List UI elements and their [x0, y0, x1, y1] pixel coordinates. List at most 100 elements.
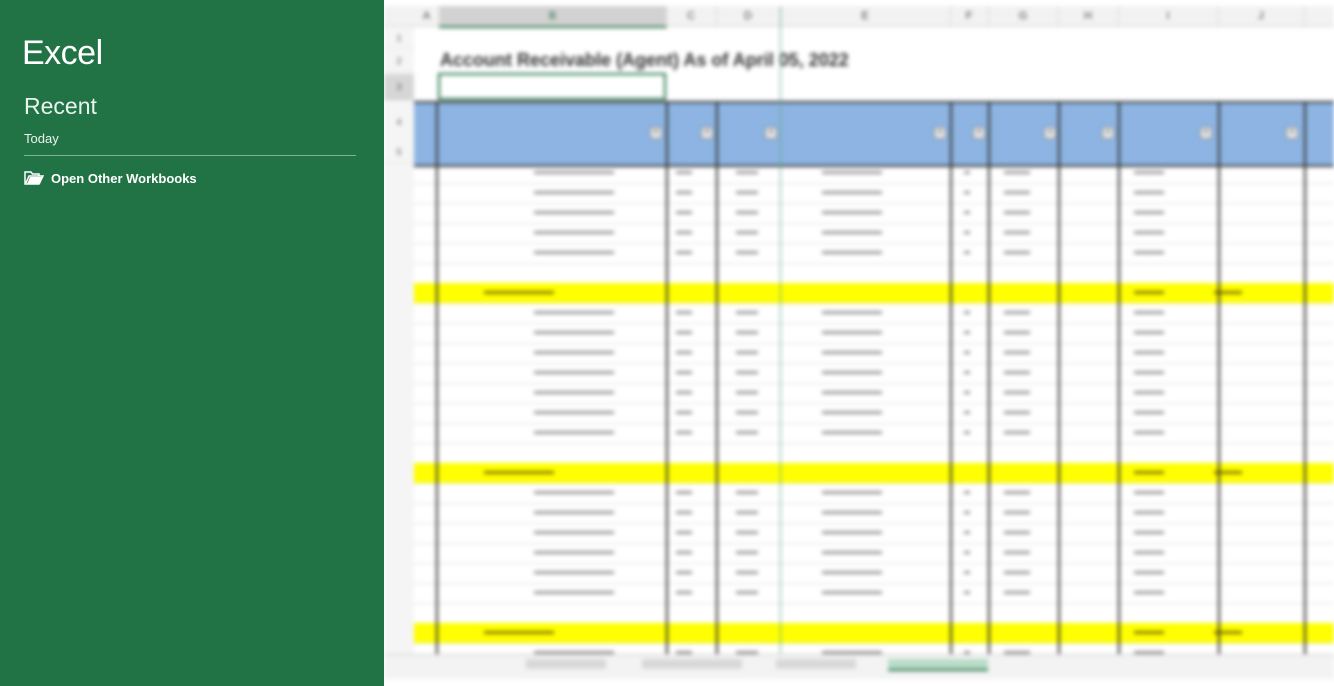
grid-line — [950, 101, 952, 661]
recent-heading: Recent — [24, 93, 97, 119]
table-row — [414, 323, 1334, 344]
cell-placeholder — [534, 431, 614, 434]
row-header-5: 5 — [384, 142, 414, 163]
cell-placeholder — [676, 571, 692, 574]
workbook-preview[interactable]: A B C D E F G H I J 1 2 3 4 5 Account Re… — [384, 0, 1334, 686]
cell-placeholder — [534, 331, 614, 334]
cell-placeholder — [964, 591, 970, 594]
cell-placeholder — [534, 391, 614, 394]
cell-placeholder — [1134, 471, 1164, 474]
table-row — [414, 363, 1334, 384]
cell-placeholder — [534, 211, 614, 214]
filter-dropdown-icon: ▾ — [650, 127, 662, 139]
table-row — [414, 623, 1334, 644]
cell-placeholder — [964, 411, 970, 414]
column-header-c: C — [666, 6, 717, 26]
cell-placeholder — [964, 351, 970, 354]
table-row — [414, 423, 1334, 444]
sheet-tab — [642, 659, 742, 669]
cell-placeholder — [1134, 391, 1164, 394]
cell-placeholder — [534, 231, 614, 234]
table-row — [414, 603, 1334, 624]
cell-placeholder — [1004, 251, 1030, 254]
table-row — [414, 403, 1334, 424]
cell-placeholder — [1004, 511, 1030, 514]
column-header-g: G — [988, 6, 1059, 26]
cell-placeholder — [484, 631, 554, 634]
cell-placeholder — [534, 311, 614, 314]
row-header — [384, 483, 414, 504]
cell-placeholder — [736, 511, 758, 514]
filter-dropdown-icon: ▾ — [1200, 127, 1212, 139]
row-header-1: 1 — [384, 28, 414, 49]
cell-placeholder — [1004, 331, 1030, 334]
cell-placeholder — [822, 351, 882, 354]
row-header — [384, 183, 414, 204]
open-other-workbooks-label: Open Other Workbooks — [51, 170, 197, 186]
cell-placeholder — [676, 551, 692, 554]
grid-line — [436, 101, 438, 661]
table-row — [414, 283, 1334, 304]
cell-placeholder — [676, 331, 692, 334]
cell-placeholder — [676, 351, 692, 354]
cell-placeholder — [1134, 571, 1164, 574]
cell-placeholder — [534, 191, 614, 194]
table-row — [414, 203, 1334, 224]
cell-placeholder — [1134, 211, 1164, 214]
cell-placeholder — [676, 171, 692, 174]
row-header-3: 3 — [384, 74, 414, 101]
cell-placeholder — [1004, 591, 1030, 594]
row-header — [384, 223, 414, 244]
row-header — [384, 423, 414, 444]
cell-placeholder — [822, 431, 882, 434]
cell-placeholder — [1134, 371, 1164, 374]
cell-placeholder — [736, 411, 758, 414]
cell-placeholder — [964, 571, 970, 574]
filter-dropdown-icon: ▾ — [973, 127, 985, 139]
cell-placeholder — [736, 211, 758, 214]
cell-placeholder — [822, 571, 882, 574]
cell-placeholder — [1004, 171, 1030, 174]
cell-placeholder — [1004, 311, 1030, 314]
table-row — [414, 223, 1334, 244]
sheet-tab-active — [888, 659, 988, 671]
cell-placeholder — [1134, 491, 1164, 494]
cell-placeholder — [822, 411, 882, 414]
cell-placeholder — [1004, 551, 1030, 554]
cell-placeholder — [736, 571, 758, 574]
group-label-today: Today — [24, 131, 59, 146]
cell-placeholder — [736, 531, 758, 534]
table-row — [414, 383, 1334, 404]
cell-placeholder — [534, 351, 614, 354]
column-header-j: J — [1218, 6, 1305, 26]
table-row — [414, 443, 1334, 464]
cell-placeholder — [822, 251, 882, 254]
cell-placeholder — [1004, 351, 1030, 354]
row-header — [384, 623, 414, 644]
selected-cell-b3 — [438, 73, 666, 100]
sheet-tab — [776, 659, 856, 669]
cell-placeholder — [676, 411, 692, 414]
cell-placeholder — [1004, 211, 1030, 214]
column-header-f: F — [950, 6, 989, 26]
table-header-band: ▾ ▾ ▾ ▾ ▾ ▾ ▾ ▾ ▾ — [414, 101, 1334, 167]
cell-placeholder — [822, 171, 882, 174]
row-header — [384, 163, 414, 184]
cell-placeholder — [822, 211, 882, 214]
cell-placeholder — [484, 291, 554, 294]
cell-placeholder — [736, 591, 758, 594]
cell-placeholder — [534, 531, 614, 534]
grid-line — [1118, 101, 1120, 661]
open-other-workbooks-button[interactable]: Open Other Workbooks — [24, 167, 197, 189]
cell-placeholder — [964, 391, 970, 394]
row-header — [384, 503, 414, 524]
row-header — [384, 283, 414, 304]
cell-placeholder — [736, 311, 758, 314]
backstage-pane: Excel Recent Today Open Other Workbooks — [0, 0, 384, 686]
cell-placeholder — [676, 231, 692, 234]
grid-line — [1304, 101, 1306, 661]
cell-placeholder — [1134, 251, 1164, 254]
grid-line — [988, 101, 990, 661]
filter-dropdown-icon: ▾ — [1044, 127, 1056, 139]
divider — [24, 155, 356, 156]
